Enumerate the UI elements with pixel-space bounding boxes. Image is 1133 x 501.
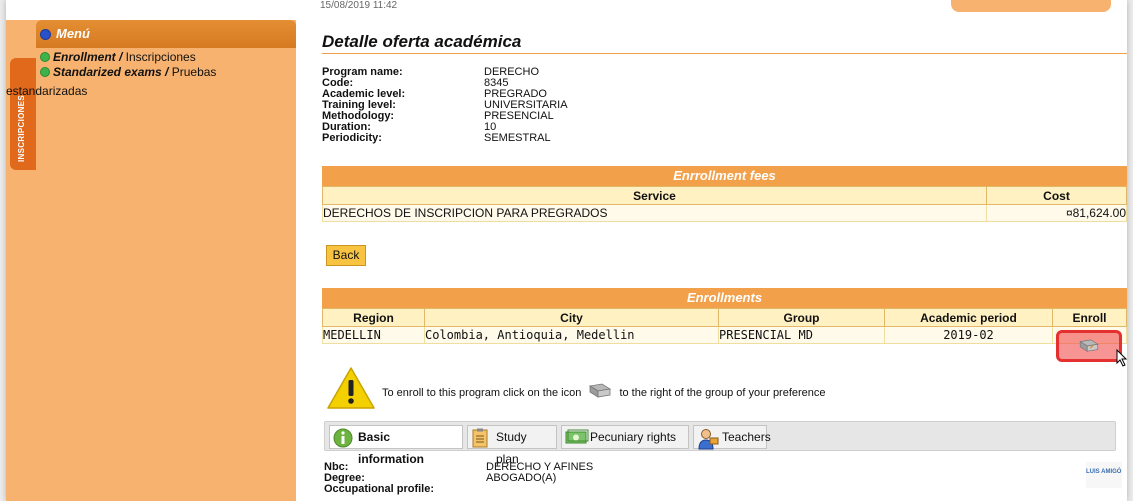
- sidebar-header: Menú: [36, 20, 296, 48]
- menu-item-exams-rest: Pruebas: [168, 65, 217, 79]
- enroll-period: 2019-02: [884, 326, 1053, 344]
- tab-teachers[interactable]: Teachers: [693, 425, 771, 450]
- program-details: Program name: DERECHO Code: 8345 Academic …: [322, 67, 568, 144]
- basic-information: Nbc: DERECHO Y AFINES Degree: ABOGADO(A) O…: [324, 462, 593, 495]
- basic-key: Occupational profile:: [324, 483, 435, 495]
- enroll-highlight[interactable]: [1056, 330, 1122, 362]
- tab-basic-information[interactable]: Basic information: [329, 425, 463, 466]
- main-content: 15/08/2019 11:42 Detalle oferta académic…: [316, 0, 1127, 501]
- top-header-pill: [951, 0, 1111, 12]
- info-tabs: Basic information Study plan Pecuniary r…: [324, 421, 1116, 466]
- enroll-instruction: To enroll to this program click on the i…: [382, 383, 826, 399]
- table-row: DERECHOS DE INSCRIPCION PARA PREGRADOS ¤…: [322, 204, 1127, 222]
- enrollments-table: Region City Group Academic period Enroll…: [322, 308, 1127, 344]
- money-icon: [565, 429, 589, 444]
- browser-viewport: Menú INSCRIPCIONES Enrollment / Inscripc…: [6, 0, 1127, 501]
- basic-row: Occupational profile:: [324, 484, 593, 495]
- info-icon: [333, 428, 353, 448]
- detail-value: SEMESTRAL: [484, 132, 551, 144]
- enrollments-header-enroll: Enroll: [1052, 308, 1127, 327]
- back-button[interactable]: Back: [326, 245, 366, 266]
- tab-basic-information-label: Basic information: [358, 430, 424, 466]
- enroll-region: MEDELLIN: [322, 326, 425, 344]
- table-row: MEDELLIN Colombia, Antioquia, Medellin P…: [322, 326, 1127, 344]
- university-logo: LUIS AMIGÓ: [1086, 462, 1122, 488]
- menu-item-standarized-exams[interactable]: Standarized exams / Pruebas: [40, 65, 290, 80]
- fee-cost: ¤81,624.00: [986, 204, 1127, 222]
- enrollments-header-city: City: [424, 308, 719, 327]
- menu-item-enrollment-rest: Inscripciones: [122, 50, 196, 64]
- fees-table-wrap: Enrrollment fees Service Cost DERECHOS D…: [322, 166, 1127, 222]
- clipboard-icon: [472, 428, 488, 448]
- enrollments-header-period: Academic period: [884, 308, 1053, 327]
- detail-row: Periodicity: SEMESTRAL: [322, 133, 568, 144]
- enroll-icon[interactable]: [1078, 339, 1100, 353]
- detail-row: Program name: DERECHO: [322, 67, 568, 78]
- menu-item-enrollment[interactable]: Enrollment / Inscripciones: [40, 50, 290, 65]
- logo-text: LUIS AMIGÓ: [1086, 469, 1122, 475]
- tab-pecuniary-rights-label: Pecuniary rights: [590, 430, 677, 444]
- fees-title: Enrrollment fees: [322, 166, 1127, 186]
- enroll-city: Colombia, Antioquia, Medellin: [424, 326, 719, 344]
- enrollments-title: Enrollments: [322, 288, 1127, 308]
- page-title: Detalle oferta académica: [322, 32, 1127, 54]
- basic-value: ABOGADO(A): [486, 472, 557, 484]
- menu-dot-icon: [40, 29, 51, 40]
- menu-item-exams-wrap[interactable]: estandarizadas: [6, 84, 87, 98]
- fees-header-cost: Cost: [986, 186, 1127, 205]
- note-before: To enroll to this program click on the i…: [382, 387, 582, 399]
- inscripciones-tab-label: INSCRIPCIONES: [17, 94, 26, 162]
- enrollments-table-wrap: Enrollments Region City Group Academic p…: [322, 288, 1127, 344]
- timestamp: 15/08/2019 11:42: [320, 0, 398, 11]
- enroll-icon: [589, 383, 612, 398]
- detail-key: Periodicity:: [322, 132, 382, 144]
- sidebar-menu: Enrollment / Inscripciones Standarized e…: [40, 50, 290, 80]
- tab-study-plan[interactable]: Study plan: [467, 425, 557, 466]
- fees-table: Service Cost DERECHOS DE INSCRIPCION PAR…: [322, 186, 1127, 222]
- enrollments-header-region: Region: [322, 308, 425, 327]
- menu-item-exams-bold: Standarized exams /: [53, 65, 169, 79]
- enrollments-header-group: Group: [718, 308, 885, 327]
- menu-item-enrollment-bold: Enrollment /: [53, 50, 123, 64]
- note-after: to the right of the group of your prefer…: [619, 387, 826, 399]
- check-icon: [40, 52, 50, 62]
- warning-icon: [327, 367, 375, 409]
- mouse-cursor-icon: [1116, 349, 1127, 367]
- teacher-icon: [698, 429, 719, 450]
- enroll-group: PRESENCIAL MD: [718, 326, 885, 344]
- fees-header-service: Service: [322, 186, 987, 205]
- inscripciones-tab[interactable]: INSCRIPCIONES: [10, 58, 36, 170]
- tab-teachers-label: Teachers: [722, 430, 771, 444]
- tab-pecuniary-rights[interactable]: Pecuniary rights: [561, 425, 689, 449]
- fee-service: DERECHOS DE INSCRIPCION PARA PREGRADOS: [322, 204, 987, 222]
- sidebar-title: Menú: [56, 26, 90, 41]
- check-icon: [40, 67, 50, 77]
